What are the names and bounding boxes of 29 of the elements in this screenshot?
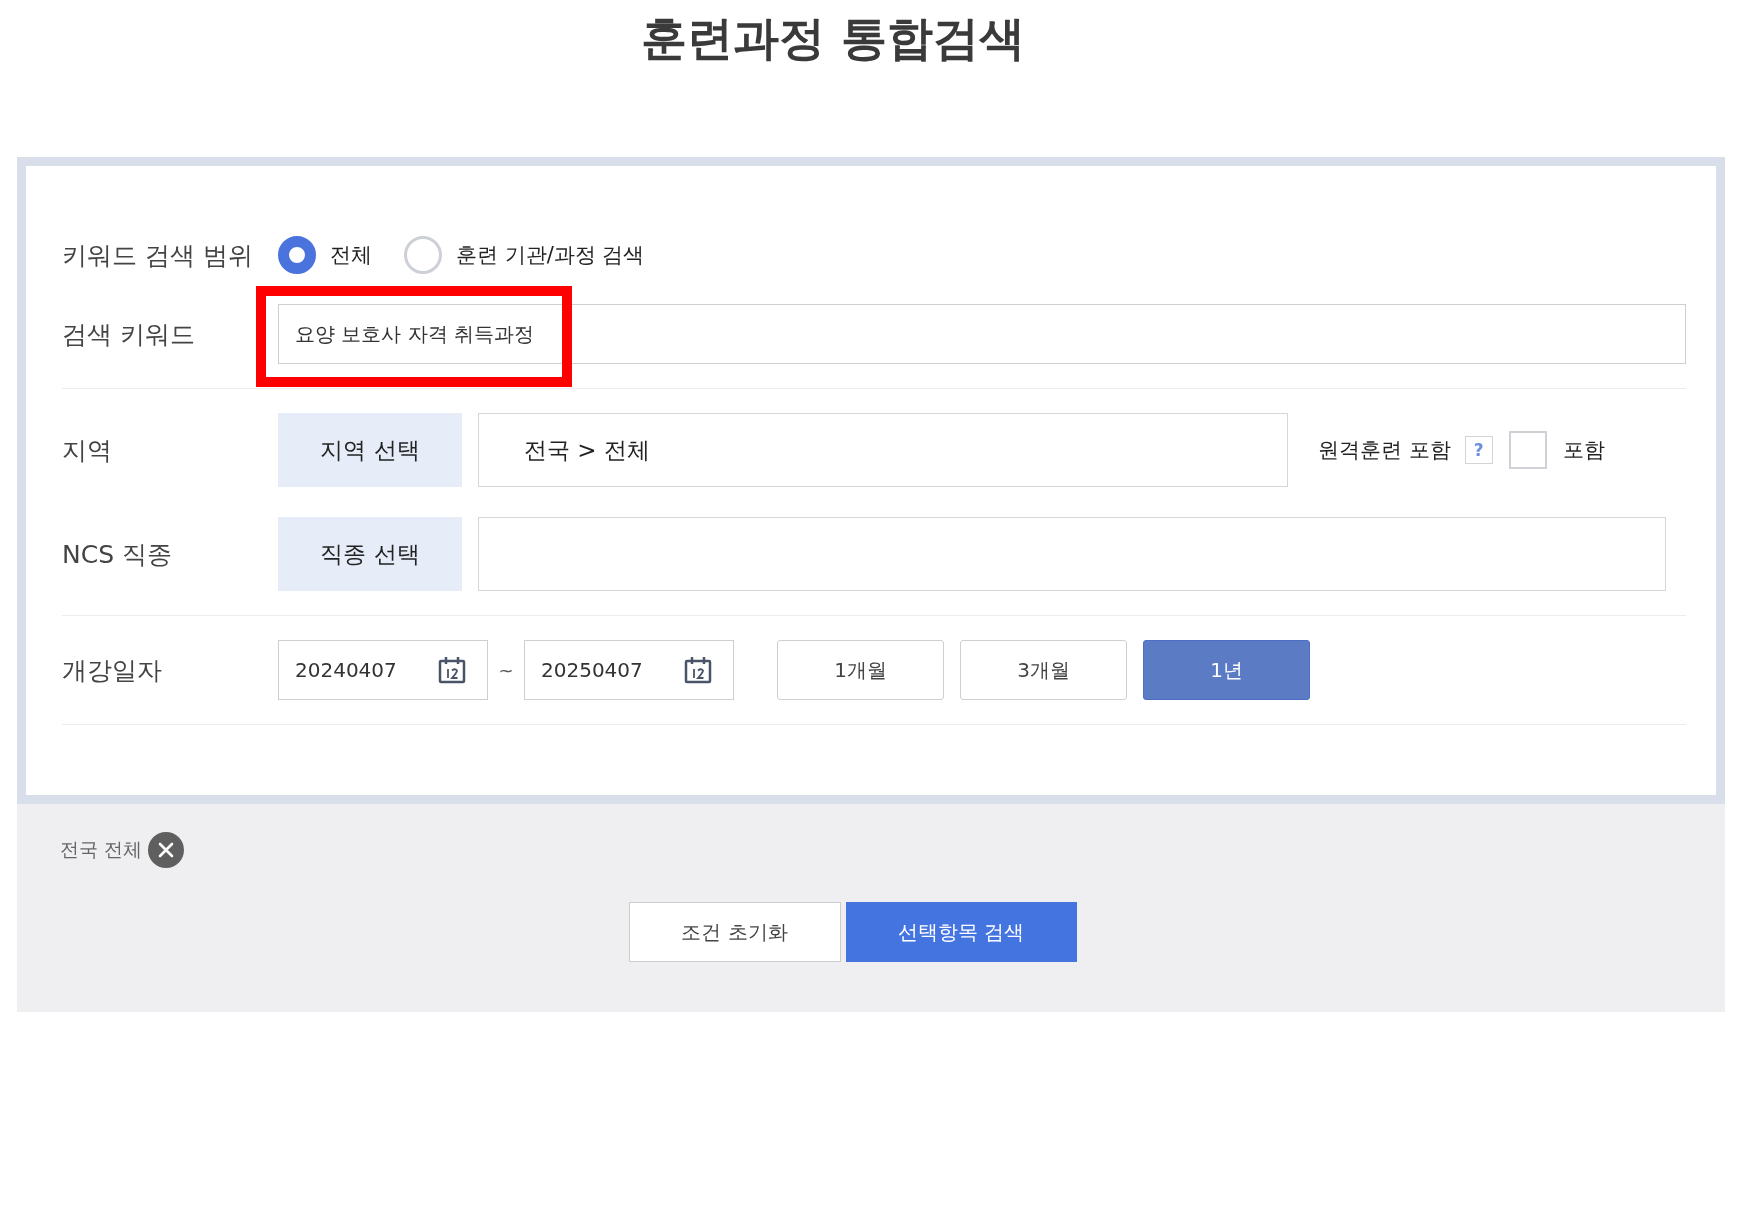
radio-label[interactable]: 훈련 기관/과정 검색	[456, 241, 645, 269]
radio-label[interactable]: 전체	[330, 241, 372, 269]
radio-button[interactable]	[278, 236, 316, 274]
field-label: 검색 키워드	[62, 318, 196, 351]
remote-training-label: 원격훈련 포함	[1318, 437, 1451, 464]
date-field[interactable]: 20240407	[278, 640, 488, 700]
field-label: 지역	[62, 434, 113, 467]
date-field[interactable]: 20250407	[524, 640, 734, 700]
search-button[interactable]: 선택항목 검색	[845, 902, 1077, 962]
close-icon	[158, 842, 175, 858]
reset-button[interactable]: 조건 초기화	[628, 902, 841, 962]
filter-tag: 전국 전체	[60, 837, 143, 863]
page-title: 훈련과정 통합검색	[641, 11, 1026, 65]
period-button[interactable]: 3개월	[960, 640, 1127, 700]
region-field: 전국 > 전체	[478, 413, 1288, 487]
region-select-button[interactable]: 지역 선택	[278, 413, 462, 487]
field-label: 키워드 검색 범위	[62, 239, 254, 272]
range-separator: ~	[497, 659, 515, 681]
calendar-icon[interactable]	[437, 655, 467, 685]
field-label: 개강일자	[62, 654, 163, 687]
period-button[interactable]: 1년	[1143, 640, 1310, 700]
checkbox-label[interactable]: 포함	[1562, 436, 1605, 464]
keyword-input[interactable]: 요양 보호사 자격 취득과정	[278, 304, 1686, 364]
close-button[interactable]	[148, 832, 185, 868]
calendar-icon[interactable]	[683, 655, 713, 685]
period-button[interactable]: 1개월	[777, 640, 944, 700]
checkbox[interactable]	[1508, 431, 1547, 469]
job-select-button[interactable]: 직종 선택	[278, 517, 462, 591]
field-label: NCS 직종	[62, 538, 173, 571]
